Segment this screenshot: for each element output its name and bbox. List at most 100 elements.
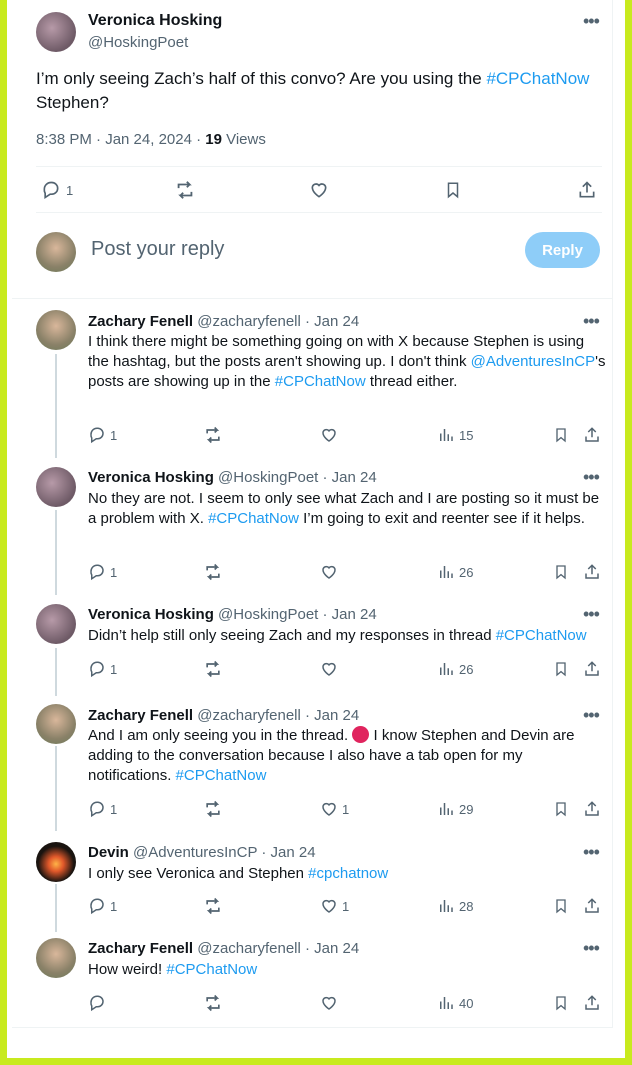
author-name[interactable]: Zachary Fenell [88,940,193,957]
hashtag-link[interactable]: #cpchatnow [308,865,388,882]
reply-text: And I am only seeing you in the thread. … [88,726,608,786]
views-label: Views [221,131,266,148]
bar-chart-icon[interactable] [437,563,455,581]
hashtag-link[interactable]: #CPChatNow [208,510,299,527]
avatar-veronica[interactable] [36,12,76,52]
avatar-veronica[interactable] [36,467,76,507]
reply-text-part: How weird! [88,961,167,978]
repost-icon[interactable] [203,659,223,679]
bookmark-icon[interactable] [553,800,569,818]
reply-header: Devin @AdventuresInCP · Jan 24 [88,844,316,861]
thread-line [55,746,57,831]
reply-button[interactable]: Reply [525,232,600,268]
bookmark-icon[interactable] [553,897,569,915]
avatar-zachary[interactable] [36,938,76,978]
bar-chart-icon[interactable] [437,994,455,1012]
reply-input[interactable]: Post your reply [91,238,224,261]
hashtag-link[interactable]: #CPChatNow [166,961,257,978]
thread-line [55,354,57,458]
bar-chart-icon[interactable] [437,800,455,818]
more-dots-icon[interactable]: ••• [583,468,600,486]
speech-bubble-icon[interactable] [88,426,106,444]
heart-icon[interactable] [320,426,338,444]
bar-chart-icon[interactable] [437,897,455,915]
bar-chart-icon[interactable] [437,426,455,444]
thread-line [55,510,57,595]
more-dots-icon[interactable]: ••• [583,605,600,623]
avatar-current-user[interactable] [36,232,76,272]
tweet-time[interactable]: 8:38 PM · Jan 24, 2024 · [36,131,205,148]
speech-bubble-icon[interactable] [88,563,106,581]
heart-icon[interactable] [320,897,338,915]
speech-bubble-icon[interactable] [88,660,106,678]
avatar-devin[interactable] [36,842,76,882]
author-handle[interactable]: @HoskingPoet · Jan 24 [218,606,377,623]
speech-bubble-icon[interactable] [88,994,106,1012]
reply-count: 1 [110,662,118,677]
bookmark-icon[interactable] [553,994,569,1012]
tweet-text: I’m only seeing Zach’s half of this conv… [36,67,616,115]
author-name[interactable]: Veronica Hosking [88,469,214,486]
heart-icon[interactable] [320,800,338,818]
repost-icon[interactable] [203,425,223,445]
avatar-zachary[interactable] [36,310,76,350]
bookmark-icon[interactable] [444,180,462,200]
author-handle[interactable]: @HoskingPoet · Jan 24 [218,469,377,486]
author-handle[interactable]: @AdventuresInCP · Jan 24 [133,844,316,861]
more-dots-icon[interactable]: ••• [583,312,600,330]
thread-line [55,648,57,696]
heart-icon[interactable] [320,660,338,678]
repost-icon[interactable] [203,799,223,819]
author-handle[interactable]: @zacharyfenell · Jan 24 [197,707,359,724]
reply-text-part: And I am only seeing you in the thread. [88,727,353,744]
divider [36,212,602,213]
heart-icon[interactable] [320,994,338,1012]
author-name[interactable]: Veronica Hosking [88,606,214,623]
share-icon[interactable] [583,994,601,1012]
bookmark-icon[interactable] [553,426,569,444]
hashtag-link[interactable]: #CPChatNow [496,627,587,644]
author-handle[interactable]: @zacharyfenell · Jan 24 [197,940,359,957]
author-name[interactable]: Zachary Fenell [88,707,193,724]
heart-icon[interactable] [320,563,338,581]
author-handle[interactable]: @HoskingPoet [88,34,188,51]
share-icon[interactable] [583,563,601,581]
more-dots-icon[interactable]: ••• [583,843,600,861]
like-count: 1 [342,802,350,817]
reply-count: 1 [110,802,118,817]
bar-chart-icon[interactable] [437,660,455,678]
hashtag-link[interactable]: #CPChatNow [176,767,267,784]
share-icon[interactable] [583,426,601,444]
share-icon[interactable] [577,180,597,200]
repost-icon[interactable] [174,179,196,201]
repost-icon[interactable] [203,993,223,1013]
share-icon[interactable] [583,660,601,678]
views-count: 19 [205,131,222,148]
more-dots-icon[interactable]: ••• [583,939,600,957]
repost-icon[interactable] [203,562,223,582]
hashtag-link[interactable]: #CPChatNow [275,373,366,390]
speech-bubble-icon[interactable] [41,180,61,200]
views-count: 40 [459,996,474,1011]
avatar-zachary[interactable] [36,704,76,744]
speech-bubble-icon[interactable] [88,897,106,915]
mention-link[interactable]: @AdventuresInCP [471,353,595,370]
tweet-timestamp[interactable]: 8:38 PM · Jan 24, 2024 · 19 Views [36,131,266,148]
more-dots-icon[interactable]: ••• [583,706,600,724]
heart-icon[interactable] [309,180,329,200]
repost-icon[interactable] [203,896,223,916]
reply-header: Zachary Fenell @zacharyfenell · Jan 24 [88,707,359,724]
reply-header: Zachary Fenell @zacharyfenell · Jan 24 [88,313,359,330]
author-name[interactable]: Veronica Hosking [88,12,222,30]
more-dots-icon[interactable]: ••• [583,12,600,30]
avatar-veronica[interactable] [36,604,76,644]
bookmark-icon[interactable] [553,563,569,581]
bookmark-icon[interactable] [553,660,569,678]
share-icon[interactable] [583,897,601,915]
author-name[interactable]: Zachary Fenell [88,313,193,330]
hashtag-link[interactable]: #CPChatNow [486,69,589,88]
author-handle[interactable]: @zacharyfenell · Jan 24 [197,313,359,330]
speech-bubble-icon[interactable] [88,800,106,818]
author-name[interactable]: Devin [88,844,129,861]
share-icon[interactable] [583,800,601,818]
